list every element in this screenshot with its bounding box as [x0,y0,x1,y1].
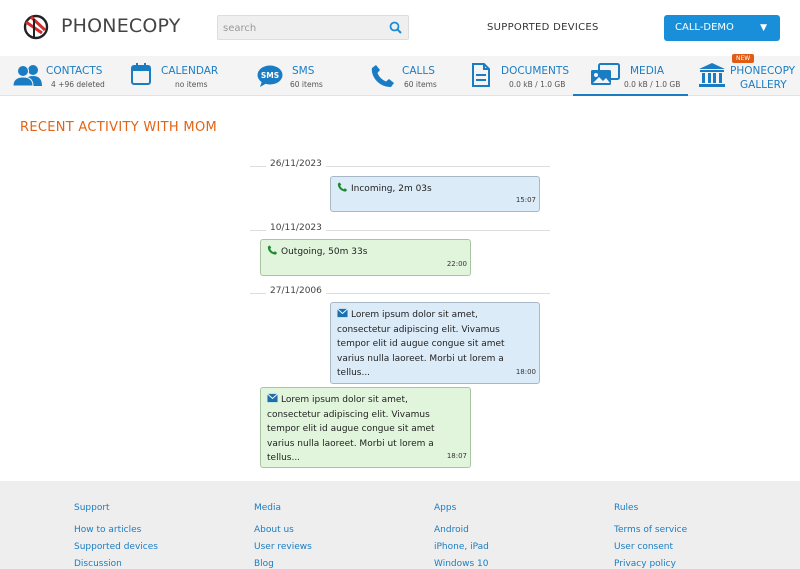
logo-text[interactable]: PHONECOPY [61,15,181,37]
nav-calendar[interactable]: CALENDAR no items [115,56,230,96]
activity-text: Lorem ipsum dolor sit amet, consectetur … [337,310,505,378]
date-separator: 10/11/2023 [250,223,550,237]
footer-link[interactable]: Discussion [74,559,158,569]
nav-phonecopy-gallery[interactable]: NEW PHONECOPY GALLERY [688,54,800,96]
nav-documents-sub: 0.0 kB / 1.0 GB [509,80,566,89]
footer-link[interactable]: Android [434,525,489,535]
date-separator: 26/11/2023 [250,159,550,173]
nav-calls-label: CALLS [402,65,435,77]
footer-column-media: Media About us User reviews Blog [254,503,312,569]
activity-text: Lorem ipsum dolor sit amet, consectetur … [267,395,435,463]
header: PHONECOPY SUPPORTED DEVICES CALL-DEMO ▼ [0,0,800,56]
footer-link[interactable]: Privacy policy [614,559,687,569]
nav-calendar-sub: no items [175,80,208,89]
supported-devices-link[interactable]: SUPPORTED DEVICES [487,22,599,33]
caret-down-icon: ▼ [760,23,767,33]
footer-heading: Apps [434,503,457,513]
call-demo-dropdown[interactable]: CALL-DEMO ▼ [664,15,780,41]
nav-calls-sub: 60 items [404,80,437,89]
date-separator: 27/11/2006 [250,286,550,300]
document-icon [472,63,490,87]
activity-item[interactable]: Lorem ipsum dolor sit amet, consectetur … [260,387,471,468]
media-icon [591,63,620,85]
activity-item[interactable]: Incoming, 2m 03s 15:07 [330,176,540,212]
nav-calendar-label: CALENDAR [161,65,219,77]
phonecopy-logo-icon[interactable] [22,13,50,41]
svg-text:SMS: SMS [261,71,279,80]
footer-link[interactable]: User consent [614,542,687,552]
new-badge: NEW [732,54,755,63]
footer-heading: Media [254,503,282,513]
activity-time: 18:07 [446,451,467,460]
footer-link[interactable]: Supported devices [74,542,158,552]
nav-media[interactable]: MEDIA 0.0 kB / 1.0 GB [573,56,688,96]
envelope-icon [337,308,348,318]
nav-gallery-label-2: GALLERY [740,79,787,91]
footer-link[interactable]: About us [254,525,312,535]
footer-column-rules: Rules Terms of service User consent Priv… [614,503,687,569]
activity-item[interactable]: Lorem ipsum dolor sit amet, consectetur … [330,302,540,384]
nav-contacts-label: CONTACTS [46,65,103,77]
activity-text: Outgoing, 50m 33s [281,247,368,257]
phone-call-icon [337,182,348,192]
date-label: 10/11/2023 [270,223,322,233]
nav-media-sub: 0.0 kB / 1.0 GB [624,80,681,89]
date-label: 26/11/2023 [270,159,322,169]
footer-link[interactable]: Blog [254,559,312,569]
footer-link[interactable]: iPhone, iPad [434,542,489,552]
footer-link[interactable]: How to articles [74,525,158,535]
activity-time: 15:07 [515,195,536,204]
demo-button-label: CALL-DEMO [675,22,734,33]
nav-calls[interactable]: CALLS 60 items [345,56,460,96]
footer: Support How to articles Supported device… [0,481,800,569]
footer-heading: Rules [614,503,639,513]
phone-icon [371,65,394,87]
nav-sms[interactable]: SMS SMS 60 items [230,56,345,96]
footer-heading: Support [74,503,110,513]
nav-documents-label: DOCUMENTS [501,65,569,77]
activity-time: 22:00 [446,259,467,268]
page-title: RECENT ACTIVITY WITH MOM [20,120,217,135]
contacts-icon [13,65,42,86]
search-icon[interactable] [389,21,402,34]
category-nav: CONTACTS 4 +96 deleted CALENDAR no items… [0,54,800,96]
footer-column-support: Support How to articles Supported device… [74,503,158,569]
date-label: 27/11/2006 [270,286,322,296]
nav-gallery-label-1: PHONECOPY [730,65,796,77]
footer-column-apps: Apps Android iPhone, iPad Windows 10 [434,503,489,569]
activity-text: Incoming, 2m 03s [351,184,432,194]
footer-link[interactable]: User reviews [254,542,312,552]
nav-contacts[interactable]: CONTACTS 4 +96 deleted [0,56,115,96]
envelope-icon [267,393,278,403]
activity-item[interactable]: Outgoing, 50m 33s 22:00 [260,239,471,276]
search-input[interactable] [218,17,378,40]
sms-icon: SMS [257,65,283,87]
nav-sms-sub: 60 items [290,80,323,89]
nav-documents[interactable]: DOCUMENTS 0.0 kB / 1.0 GB [460,56,573,96]
nav-contacts-sub: 4 +96 deleted [51,80,105,89]
phone-call-icon [267,245,278,255]
activity-time: 18:00 [515,367,536,376]
gallery-building-icon [699,63,725,87]
nav-sms-label: SMS [292,65,315,77]
search-box [217,15,409,40]
nav-media-label: MEDIA [630,65,665,77]
footer-link[interactable]: Terms of service [614,525,687,535]
calendar-icon [131,63,151,85]
footer-link[interactable]: Windows 10 [434,559,489,569]
